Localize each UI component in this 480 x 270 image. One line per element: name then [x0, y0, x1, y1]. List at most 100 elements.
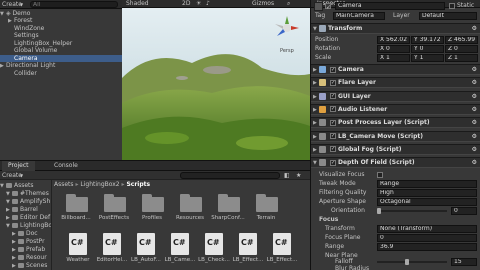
search-icon[interactable]: ⌕ [287, 0, 290, 8]
scene-view[interactable]: Shaded 2D ☀ ♪ Gizmos ⌕ Persp [122, 0, 310, 160]
mode-2d-button[interactable]: 2D [182, 0, 190, 8]
project-create-button[interactable]: Create [2, 172, 22, 179]
breadcrumb-lightingbox[interactable]: LightingBox2 [80, 181, 119, 188]
project-tree-item[interactable]: ▼ AmplifySh [0, 198, 51, 205]
audio-icon[interactable]: ♪ [206, 0, 210, 8]
dof-slider-value-field[interactable]: 15 [451, 258, 477, 266]
light-icon[interactable]: ☀ [196, 0, 201, 8]
csharp-script-icon[interactable]: C# EditorHel... [97, 233, 127, 267]
static-checkbox[interactable] [449, 3, 455, 9]
component-enabled-checkbox[interactable]: ✓ [330, 146, 336, 153]
breadcrumb-scripts[interactable]: Scripts [126, 181, 150, 188]
project-tree-item[interactable]: ▶ Barrel [0, 206, 51, 213]
hierarchy-item[interactable]: Settings [0, 32, 122, 39]
project-search-input[interactable] [180, 172, 280, 179]
component-header[interactable]: ▶ ✓ Flare Layer ⚙ [311, 77, 480, 89]
csharp-script-icon[interactable]: C# Weather [66, 233, 90, 267]
transform-component-header[interactable]: ▼ Transform ⚙ [311, 23, 480, 34]
hierarchy-create-button[interactable]: Create [2, 1, 22, 8]
csharp-script-icon[interactable]: C# LB_Check... [198, 233, 230, 267]
tag-dropdown[interactable]: MainCamera [333, 12, 385, 20]
component-enabled-checkbox[interactable]: ✓ [330, 93, 336, 100]
active-checkbox[interactable]: ✓ [325, 3, 331, 11]
slider-handle[interactable] [377, 208, 381, 214]
gear-icon[interactable]: ⚙ [472, 158, 477, 167]
dof-transform-label-field[interactable]: None (Transform) [377, 225, 477, 233]
slider-handle[interactable] [405, 259, 409, 265]
hierarchy-item[interactable]: Camera [0, 54, 122, 62]
component-enabled-checkbox[interactable]: ✓ [330, 119, 336, 126]
transform-pos-field[interactable]: Z 465.99 [445, 36, 478, 44]
persp-label[interactable]: Persp [280, 48, 294, 54]
component-header[interactable]: ▶ ✓ Post Process Layer (Script) ⚙ [311, 117, 480, 129]
component-header[interactable]: ▶ ✓ GUI Layer ⚙ [311, 90, 480, 102]
dof-slider[interactable] [377, 208, 447, 214]
component-header[interactable]: ▶ ✓ Camera ⚙ [311, 64, 480, 75]
tab-project[interactable]: Project [2, 161, 35, 171]
dropdown-arrow-icon[interactable]: ▼ [20, 1, 23, 8]
component-enabled-checkbox[interactable]: ✓ [330, 106, 336, 113]
hierarchy-item[interactable]: ▶ Forest [0, 17, 122, 24]
dof-slider[interactable] [377, 259, 447, 265]
transform-scl-field[interactable]: X 1 [377, 54, 410, 62]
hierarchy-search-input[interactable]: All [30, 1, 118, 8]
star-icon[interactable]: ★ [296, 172, 301, 179]
gear-icon[interactable]: ⚙ [472, 24, 477, 33]
folder-icon[interactable]: SharpConf... [211, 193, 245, 221]
project-tree-item[interactable]: ▶ Resour [0, 254, 51, 261]
project-tree-item[interactable]: ▶ Editor Def [0, 214, 51, 221]
shading-mode-dropdown[interactable]: Shaded [126, 0, 149, 8]
tab-console[interactable]: Console [48, 161, 84, 171]
gizmos-dropdown[interactable]: Gizmos [252, 0, 274, 8]
project-tree-item[interactable]: ▶ PostPr [0, 238, 51, 245]
component-header[interactable]: ▶ ✓ Audio Listener ⚙ [311, 103, 480, 115]
project-tree-item[interactable]: ▶ Prefab [0, 246, 51, 253]
transform-rot-field[interactable]: Y 0 [411, 45, 444, 53]
dof-range-field[interactable]: 36.9 [377, 243, 477, 251]
transform-scl-field[interactable]: Y 1 [411, 54, 444, 62]
transform-pos-field[interactable]: X 562.02 [377, 36, 410, 44]
component-header[interactable]: ▼ ✓ Depth Of Field (Script) ⚙ [311, 157, 480, 169]
project-tree-item[interactable]: ▶ Scenes [0, 262, 51, 269]
component-header[interactable]: ▶ ✓ LB_Camera Move (Script) ⚙ [311, 130, 480, 142]
gear-icon[interactable]: ⚙ [472, 132, 477, 141]
hierarchy-item[interactable]: WindZone [0, 25, 122, 32]
dropdown-arrow-icon[interactable]: ▼ [20, 172, 23, 179]
dof-filtering-quality-field[interactable]: High [377, 189, 477, 197]
dof-tweak-mode-field[interactable]: Range [377, 180, 477, 188]
layer-dropdown[interactable]: Default [419, 12, 477, 20]
gear-icon[interactable]: ⚙ [472, 65, 477, 74]
csharp-script-icon[interactable]: C# LB_AutoF... [131, 233, 161, 267]
hierarchy-scene-row[interactable]: ▼ ◈ Demo [0, 10, 122, 17]
visualize-focus-checkbox[interactable] [377, 172, 383, 178]
hierarchy-item[interactable]: ▶ Directional Light [0, 62, 122, 69]
gear-icon[interactable]: ⚙ [472, 145, 477, 154]
folder-icon[interactable]: Profiles [140, 193, 164, 221]
transform-rot-field[interactable]: Z 0 [445, 45, 478, 53]
project-tree-item[interactable]: ▼ LightingBo [0, 222, 51, 229]
csharp-script-icon[interactable]: C# LB_Came... [165, 233, 195, 267]
hierarchy-item[interactable]: Collider [0, 70, 122, 77]
component-enabled-checkbox[interactable]: ✓ [330, 79, 336, 86]
object-name-field[interactable]: Camera [335, 2, 445, 10]
filter-icon[interactable]: ◧ [284, 172, 290, 179]
component-enabled-checkbox[interactable]: ✓ [330, 133, 336, 139]
breadcrumb-assets[interactable]: Assets [54, 181, 74, 188]
hierarchy-item[interactable]: LightingBox_Helper [0, 40, 122, 47]
component-header[interactable]: ▶ ✓ Global Fog (Script) ⚙ [311, 143, 480, 155]
folder-icon[interactable]: Terrain [254, 193, 278, 221]
project-tree-item[interactable]: ▶ Doc [0, 230, 51, 237]
dof-focus-plane-field[interactable]: 0 [377, 234, 477, 242]
folder-icon[interactable]: Billboard... [61, 193, 91, 221]
scene-gizmo-icon[interactable] [272, 14, 302, 46]
csharp-script-icon[interactable]: C# LB_Effect... [233, 233, 263, 267]
csharp-script-icon[interactable]: C# LB_Effect... [267, 233, 297, 267]
project-tree-item[interactable]: ▼ Assets [0, 182, 51, 189]
component-enabled-checkbox[interactable]: ✓ [330, 66, 336, 73]
transform-pos-field[interactable]: Y 39.172 [411, 36, 444, 44]
transform-rot-field[interactable]: X 0 [377, 45, 410, 53]
gear-icon[interactable]: ⚙ [472, 92, 477, 101]
gear-icon[interactable]: ⚙ [472, 78, 477, 87]
project-tree-item[interactable]: ▼ #Themes [0, 190, 51, 197]
hierarchy-item[interactable]: Global Volume [0, 47, 122, 54]
